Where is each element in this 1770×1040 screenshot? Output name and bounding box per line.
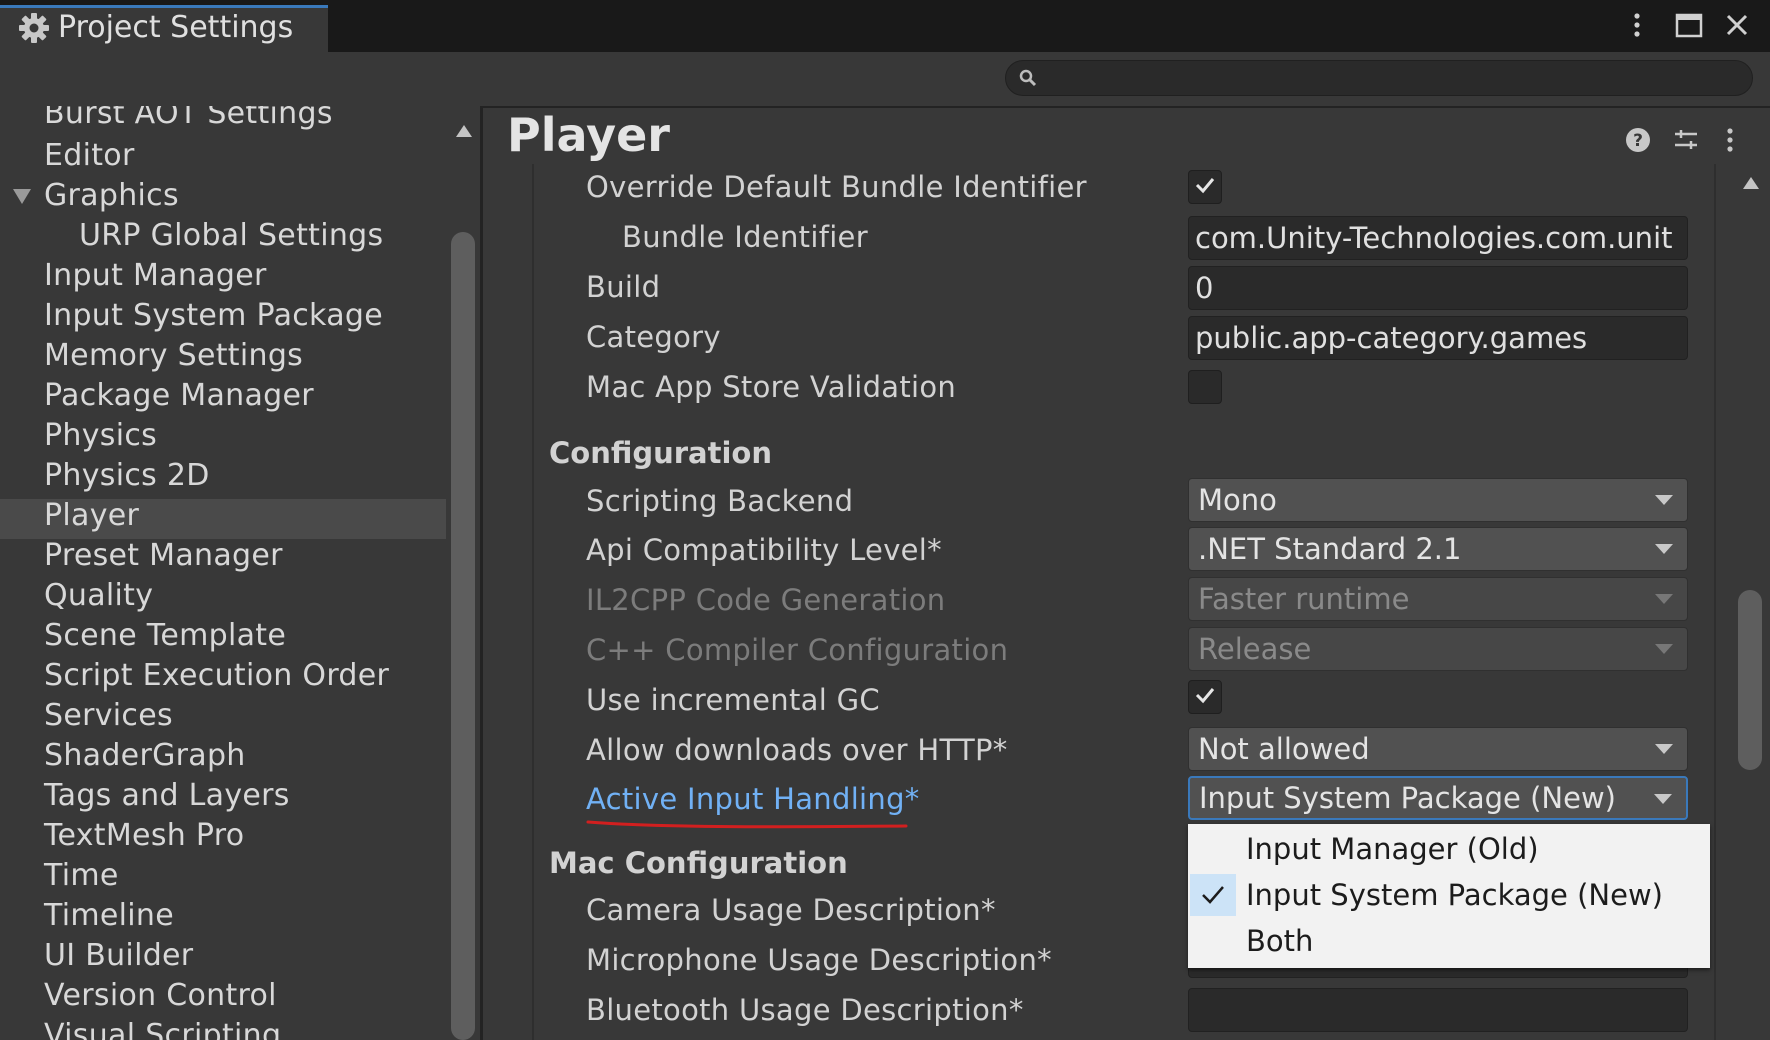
build-label: Build bbox=[586, 270, 661, 304]
scroll-up-arrow-icon[interactable] bbox=[1742, 176, 1760, 190]
sidebar-item-time[interactable]: Time bbox=[44, 858, 119, 893]
sidebar-item-physics-2d[interactable]: Physics 2D bbox=[44, 458, 210, 493]
menu-item-input-manager-old[interactable]: Input Manager (Old) bbox=[1246, 832, 1539, 866]
microphone-usage-label: Microphone Usage Description* bbox=[586, 943, 1052, 977]
active-input-handling-dropdown[interactable]: Input System Package (New) bbox=[1188, 776, 1688, 820]
search-icon bbox=[1019, 69, 1037, 87]
http-downloads-label: Allow downloads over HTTP* bbox=[586, 733, 1008, 767]
settings-sidebar: Burst AOT Settings Editor Graphics URP G… bbox=[0, 106, 480, 1040]
sidebar-item-package-manager[interactable]: Package Manager bbox=[44, 378, 314, 413]
sidebar-item-timeline[interactable]: Timeline bbox=[44, 898, 174, 933]
expand-arrow-icon[interactable] bbox=[12, 188, 32, 206]
http-downloads-dropdown[interactable]: Not allowed bbox=[1188, 727, 1688, 771]
il2cpp-codegen-label: IL2CPP Code Generation bbox=[586, 583, 946, 617]
sidebar-item-visual-scripting[interactable]: Visual Scripting bbox=[44, 1018, 281, 1040]
mac-configuration-header: Mac Configuration bbox=[549, 846, 848, 880]
input-handling-popup-menu: Input Manager (Old) Input System Package… bbox=[1188, 824, 1710, 968]
sidebar-item-physics[interactable]: Physics bbox=[44, 418, 157, 453]
sidebar-item-textmesh-pro[interactable]: TextMesh Pro bbox=[44, 818, 244, 853]
incremental-gc-checkbox[interactable] bbox=[1188, 680, 1222, 714]
configuration-header: Configuration bbox=[549, 436, 772, 470]
scroll-up-arrow-icon[interactable] bbox=[455, 124, 473, 138]
override-bundle-label: Override Default Bundle Identifier bbox=[586, 170, 1087, 204]
window-title: Project Settings bbox=[58, 10, 294, 45]
scripting-backend-dropdown[interactable]: Mono bbox=[1188, 478, 1688, 522]
il2cpp-codegen-value: Faster runtime bbox=[1198, 582, 1410, 616]
sidebar-item-shadergraph[interactable]: ShaderGraph bbox=[44, 738, 246, 773]
sidebar-scrollbar-thumb[interactable] bbox=[451, 232, 475, 1040]
gear-icon bbox=[19, 13, 49, 43]
sidebar-item-burst-aot-settings[interactable]: Burst AOT Settings bbox=[44, 106, 333, 131]
scripting-backend-label: Scripting Backend bbox=[586, 484, 854, 518]
category-label: Category bbox=[586, 320, 721, 354]
api-compatibility-dropdown[interactable]: .NET Standard 2.1 bbox=[1188, 527, 1688, 571]
build-field[interactable]: 0 bbox=[1188, 266, 1688, 310]
menu-item-input-system-package-new[interactable]: Input System Package (New) bbox=[1246, 878, 1663, 912]
sidebar-item-preset-manager[interactable]: Preset Manager bbox=[44, 538, 283, 573]
cpp-compiler-label: C++ Compiler Configuration bbox=[586, 633, 1009, 667]
svg-text:?: ? bbox=[1633, 131, 1643, 151]
active-input-handling-label[interactable]: Active Input Handling* bbox=[586, 782, 920, 816]
checkmark-icon bbox=[1195, 178, 1215, 194]
sidebar-item-input-system-package[interactable]: Input System Package bbox=[44, 298, 383, 333]
chevron-down-icon bbox=[1655, 495, 1673, 505]
api-compatibility-label: Api Compatibility Level* bbox=[586, 533, 942, 567]
sidebar-item-version-control[interactable]: Version Control bbox=[44, 978, 277, 1013]
sidebar-item-ui-builder[interactable]: UI Builder bbox=[44, 938, 193, 973]
sidebar-item-services[interactable]: Services bbox=[44, 698, 173, 733]
camera-usage-label: Camera Usage Description* bbox=[586, 893, 996, 927]
chevron-down-icon bbox=[1655, 544, 1673, 554]
sidebar-item-urp-global-settings[interactable]: URP Global Settings bbox=[79, 218, 383, 253]
sidebar-item-script-execution-order[interactable]: Script Execution Order bbox=[44, 658, 389, 693]
cpp-compiler-value: Release bbox=[1198, 632, 1312, 666]
inspector-scrollbar-thumb[interactable] bbox=[1738, 590, 1762, 770]
more-options-icon[interactable] bbox=[1724, 126, 1736, 154]
search-input[interactable] bbox=[1005, 60, 1753, 96]
incremental-gc-label: Use incremental GC bbox=[586, 683, 880, 717]
override-bundle-checkbox[interactable] bbox=[1188, 170, 1222, 204]
checkmark-icon bbox=[1195, 688, 1215, 704]
chevron-down-icon bbox=[1654, 794, 1672, 804]
sidebar-item-graphics[interactable]: Graphics bbox=[44, 178, 179, 213]
cpp-compiler-dropdown: Release bbox=[1188, 627, 1688, 671]
category-field[interactable]: public.app-category.games bbox=[1188, 316, 1688, 360]
sidebar-item-memory-settings[interactable]: Memory Settings bbox=[44, 338, 303, 373]
mac-app-store-validation-checkbox[interactable] bbox=[1188, 370, 1222, 404]
checkmark-icon bbox=[1202, 886, 1224, 904]
chevron-down-icon bbox=[1655, 594, 1673, 604]
close-icon[interactable] bbox=[1720, 8, 1754, 42]
panel-divider[interactable] bbox=[480, 106, 483, 1040]
scripting-backend-value: Mono bbox=[1198, 483, 1277, 517]
sidebar-item-tags-and-layers[interactable]: Tags and Layers bbox=[44, 778, 290, 813]
il2cpp-codegen-dropdown: Faster runtime bbox=[1188, 577, 1688, 621]
presets-icon[interactable] bbox=[1672, 126, 1700, 154]
sidebar-item-scene-template[interactable]: Scene Template bbox=[44, 618, 286, 653]
maximize-icon[interactable] bbox=[1672, 8, 1706, 42]
bluetooth-usage-field[interactable] bbox=[1188, 988, 1688, 1032]
active-input-handling-value: Input System Package (New) bbox=[1199, 781, 1616, 815]
chevron-down-icon bbox=[1655, 644, 1673, 654]
sidebar-item-player[interactable]: Player bbox=[44, 498, 139, 533]
red-underline-annotation bbox=[586, 820, 908, 829]
mac-app-store-validation-label: Mac App Store Validation bbox=[586, 370, 957, 404]
more-options-icon[interactable] bbox=[1620, 8, 1654, 42]
http-downloads-value: Not allowed bbox=[1198, 732, 1370, 766]
page-title: Player bbox=[507, 108, 670, 162]
api-compatibility-value: .NET Standard 2.1 bbox=[1198, 532, 1462, 566]
bundle-identifier-field[interactable]: com.Unity-Technologies.com.unit bbox=[1188, 216, 1688, 260]
sidebar-item-editor[interactable]: Editor bbox=[44, 138, 135, 173]
sidebar-item-quality[interactable]: Quality bbox=[44, 578, 153, 613]
chevron-down-icon bbox=[1655, 744, 1673, 754]
bundle-identifier-label: Bundle Identifier bbox=[622, 220, 868, 254]
bluetooth-usage-label: Bluetooth Usage Description* bbox=[586, 993, 1024, 1027]
sidebar-item-input-manager[interactable]: Input Manager bbox=[44, 258, 267, 293]
menu-item-both[interactable]: Both bbox=[1246, 924, 1313, 958]
help-icon[interactable]: ? bbox=[1624, 126, 1652, 154]
